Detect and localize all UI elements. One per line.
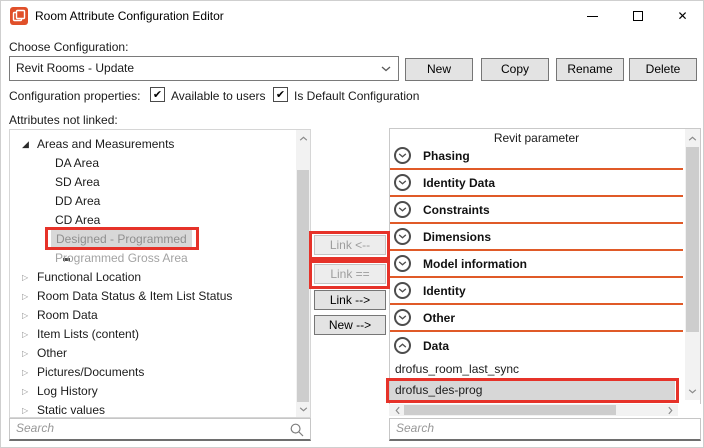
revit-scrollbar-thumb[interactable] bbox=[686, 147, 699, 332]
link-right-button[interactable]: Link --> bbox=[314, 290, 386, 310]
group-phasing[interactable]: Phasing bbox=[390, 143, 683, 170]
configuration-properties-label: Configuration properties: bbox=[9, 89, 140, 103]
group-identity[interactable]: Identity bbox=[390, 278, 683, 305]
tree-item-static-values[interactable]: ▷Static values bbox=[10, 401, 290, 418]
close-button[interactable]: ✕ bbox=[660, 1, 704, 31]
expand-circle-chevron-down-icon[interactable] bbox=[394, 147, 411, 164]
group-other[interactable]: Other bbox=[390, 305, 683, 332]
maximize-button[interactable] bbox=[615, 1, 660, 31]
expander-collapsed-icon[interactable]: ▷ bbox=[22, 268, 34, 287]
group-model-information[interactable]: Model information bbox=[390, 251, 683, 278]
tree-item-room-data-status[interactable]: ▷Room Data Status & Item List Status bbox=[10, 287, 290, 306]
check-icon: ✔ bbox=[276, 89, 285, 101]
attributes-not-linked-label: Attributes not linked: bbox=[9, 113, 118, 127]
scroll-down-icon[interactable] bbox=[685, 385, 700, 397]
minimize-icon bbox=[587, 16, 598, 17]
tree-item-pictures-documents[interactable]: ▷Pictures/Documents bbox=[10, 363, 290, 382]
revit-horizontal-scrollbar[interactable] bbox=[389, 404, 678, 416]
tree-item-designed-programmed[interactable]: Designed - Programmed bbox=[10, 230, 290, 249]
copy-button[interactable]: Copy bbox=[481, 58, 549, 81]
tree-scrollbar-thumb[interactable] bbox=[297, 170, 309, 402]
tree-item-areas-and-measurements[interactable]: ◢Areas and Measurements bbox=[10, 135, 290, 154]
group-identity-data[interactable]: Identity Data bbox=[390, 170, 683, 197]
scroll-up-icon[interactable] bbox=[296, 132, 310, 144]
chevron-down-icon bbox=[381, 66, 391, 72]
expand-circle-chevron-down-icon[interactable] bbox=[394, 309, 411, 326]
choose-configuration-label: Choose Configuration: bbox=[9, 40, 128, 54]
scroll-right-icon[interactable] bbox=[664, 404, 676, 416]
tree-item-room-data[interactable]: ▷Room Data bbox=[10, 306, 290, 325]
scroll-left-icon[interactable] bbox=[391, 404, 403, 416]
new-button[interactable]: New bbox=[405, 58, 473, 81]
expander-collapsed-icon[interactable]: ▷ bbox=[22, 363, 34, 382]
attribute-tree: ◢Areas and Measurements DA Area SD Area … bbox=[9, 129, 311, 418]
collapse-circle-chevron-up-icon[interactable] bbox=[394, 337, 411, 354]
delete-button[interactable]: Delete bbox=[629, 58, 697, 81]
close-icon: ✕ bbox=[677, 10, 687, 22]
tree-item-sd-area[interactable]: SD Area bbox=[10, 173, 290, 192]
scroll-up-icon[interactable] bbox=[685, 132, 700, 144]
new-right-button[interactable]: New --> bbox=[314, 315, 386, 335]
rename-button[interactable]: Rename bbox=[556, 58, 624, 81]
tree-item-log-history[interactable]: ▷Log History bbox=[10, 382, 290, 401]
expander-expanded-icon[interactable]: ◢ bbox=[22, 135, 34, 154]
scroll-down-icon[interactable] bbox=[296, 403, 310, 415]
expand-circle-chevron-down-icon[interactable] bbox=[394, 228, 411, 245]
expander-collapsed-icon[interactable]: ▷ bbox=[22, 382, 34, 401]
search-icon bbox=[290, 423, 304, 437]
available-to-users-checkbox[interactable]: ✔ bbox=[150, 87, 165, 102]
tree-item-other[interactable]: ▷Other bbox=[10, 344, 290, 363]
expander-collapsed-icon[interactable]: ▷ bbox=[22, 325, 34, 344]
expander-collapsed-icon[interactable]: ▷ bbox=[22, 344, 34, 363]
selected-tree-item-label: Designed - Programmed bbox=[51, 230, 192, 249]
expander-collapsed-icon[interactable]: ▷ bbox=[22, 287, 34, 306]
attribute-search-input[interactable] bbox=[10, 419, 310, 439]
tree-item-da-area[interactable]: DA Area bbox=[10, 154, 290, 173]
revit-vertical-scrollbar[interactable] bbox=[685, 129, 700, 400]
room-attribute-configuration-editor-window: Room Attribute Configuration Editor ✕ Ch… bbox=[0, 0, 704, 448]
configuration-select[interactable]: Revit Rooms - Update bbox=[9, 56, 399, 81]
tree-vertical-scrollbar[interactable] bbox=[296, 130, 310, 417]
available-to-users-label: Available to users bbox=[171, 89, 266, 103]
minimize-button[interactable] bbox=[570, 1, 615, 31]
title-bar: Room Attribute Configuration Editor ✕ bbox=[1, 1, 704, 31]
group-constraints[interactable]: Constraints bbox=[390, 197, 683, 224]
is-default-configuration-label: Is Default Configuration bbox=[294, 89, 419, 103]
expand-circle-chevron-down-icon[interactable] bbox=[394, 201, 411, 218]
revit-search-box bbox=[389, 418, 701, 441]
revit-search-input[interactable] bbox=[390, 419, 700, 439]
window-title: Room Attribute Configuration Editor bbox=[35, 9, 224, 23]
expander-collapsed-icon[interactable]: ▷ bbox=[22, 306, 34, 325]
drofus-app-icon bbox=[10, 7, 28, 25]
revit-hscrollbar-thumb[interactable] bbox=[404, 405, 616, 415]
parameter-drofus-room-last-sync[interactable]: drofus_room_last_sync bbox=[395, 359, 519, 380]
maximize-icon bbox=[633, 11, 643, 21]
tree-item-functional-location[interactable]: ▷Functional Location bbox=[10, 268, 290, 287]
link-equals-button[interactable]: Link == bbox=[314, 264, 386, 284]
attribute-search-box bbox=[9, 418, 311, 441]
expand-circle-chevron-down-icon[interactable] bbox=[394, 282, 411, 299]
group-data[interactable]: Data bbox=[390, 332, 683, 359]
tree-item-item-lists-content[interactable]: ▷Item Lists (content) bbox=[10, 325, 290, 344]
tree-item-cd-area[interactable]: CD Area bbox=[10, 211, 290, 230]
tree-item-programmed-gross-area[interactable]: Programmed Gross Area bbox=[10, 249, 290, 268]
is-default-configuration-checkbox[interactable]: ✔ bbox=[273, 87, 288, 102]
configuration-selected-value: Revit Rooms - Update bbox=[16, 61, 134, 75]
expander-collapsed-icon[interactable]: ▷ bbox=[22, 401, 34, 418]
expand-circle-chevron-down-icon[interactable] bbox=[394, 255, 411, 272]
parameter-drofus-des-prog[interactable]: drofus_des-prog bbox=[390, 381, 675, 400]
check-icon: ✔ bbox=[153, 89, 162, 101]
expand-circle-chevron-down-icon[interactable] bbox=[394, 174, 411, 191]
tree-item-dd-area[interactable]: DD Area bbox=[10, 192, 290, 211]
link-left-button[interactable]: Link <-- bbox=[314, 235, 386, 255]
group-dimensions[interactable]: Dimensions bbox=[390, 224, 683, 251]
